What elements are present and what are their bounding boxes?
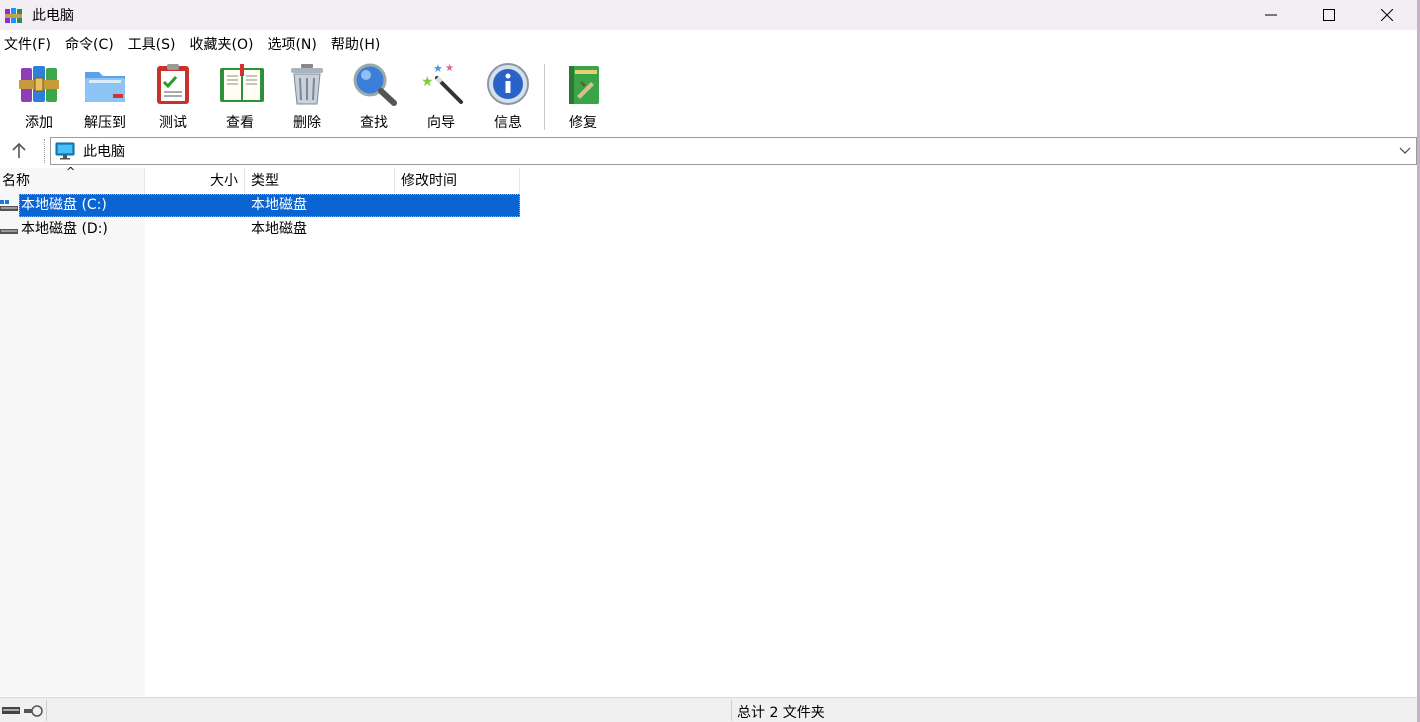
file-list: 名称 ^ 大小 类型 修改时间 本地磁盘 (C:) 本地磁盘 本地磁盘 (D:)… (0, 165, 1420, 696)
up-arrow-icon (12, 143, 26, 158)
status-summary: 总计 2 文件夹 (737, 705, 825, 721)
toolbar: 添加 解压到 测试 查看 删除 查找 ★ ★ ★ 向导 信息 修复 (0, 58, 1420, 134)
extract-folder-icon (83, 62, 127, 106)
repair-button-label: 修复 (569, 115, 597, 131)
close-button[interactable] (1358, 0, 1416, 30)
info-button[interactable]: 信息 (476, 62, 540, 131)
file-type: 本地磁盘 (251, 221, 307, 237)
add-button-label: 添加 (25, 115, 53, 131)
address-bar[interactable]: 此电脑 (50, 137, 1417, 165)
column-header-name-label: 名称 (2, 173, 30, 189)
column-header-size-label: 大小 (210, 173, 238, 189)
maximize-button[interactable] (1300, 0, 1358, 30)
winrar-app-icon (4, 6, 24, 24)
repair-button[interactable]: 修复 (551, 62, 615, 131)
maximize-icon (1323, 9, 1335, 21)
system-drive-icon (0, 199, 18, 213)
address-path: 此电脑 (83, 144, 125, 160)
address-separator (44, 139, 46, 163)
extract-to-button-label: 解压到 (84, 115, 126, 131)
repair-book-icon (561, 62, 605, 106)
svg-text:★: ★ (433, 62, 443, 75)
status-bar: 总计 2 文件夹 (0, 697, 1420, 722)
column-header-size[interactable]: 大小 (145, 168, 245, 194)
table-row[interactable]: 本地磁盘 (C:) 本地磁盘 (0, 194, 520, 217)
menu-tools[interactable]: 工具(S) (123, 32, 185, 58)
status-drive-icons (2, 704, 44, 718)
column-header-modified-label: 修改时间 (401, 173, 457, 189)
test-clipboard-icon (151, 62, 195, 106)
address-row: 此电脑 (0, 136, 1420, 166)
add-button[interactable]: 添加 (7, 62, 71, 131)
up-folder-button[interactable] (6, 140, 32, 162)
wizard-button[interactable]: ★ ★ ★ 向导 (409, 62, 473, 131)
file-name: 本地磁盘 (C:) (21, 197, 107, 213)
menu-help[interactable]: 帮助(H) (326, 32, 389, 58)
this-pc-icon (55, 142, 75, 160)
find-magnifier-icon (352, 62, 397, 106)
close-icon (1381, 9, 1393, 21)
toolbar-separator (544, 64, 545, 130)
menu-commands[interactable]: 命令(C) (60, 32, 123, 58)
menu-bar: 文件(F) 命令(C) 工具(S) 收藏夹(O) 选项(N) 帮助(H) (0, 32, 1420, 58)
column-header-type[interactable]: 类型 (245, 168, 395, 194)
column-header-type-label: 类型 (251, 173, 279, 189)
svg-text:★: ★ (445, 63, 454, 74)
status-separator (731, 700, 732, 721)
title-bar: 此电脑 (0, 0, 1420, 30)
sort-ascending-icon: ^ (66, 165, 76, 178)
column-header-modified[interactable]: 修改时间 (395, 168, 520, 194)
find-button[interactable]: 查找 (342, 62, 406, 131)
name-column-background (0, 168, 145, 696)
test-button[interactable]: 测试 (141, 62, 205, 131)
trash-icon (285, 62, 329, 106)
address-dropdown-button[interactable] (1396, 142, 1414, 160)
minimize-icon (1265, 14, 1277, 16)
table-row[interactable]: 本地磁盘 (D:) 本地磁盘 (0, 218, 520, 241)
info-icon (486, 62, 530, 106)
window-title: 此电脑 (32, 8, 74, 24)
minimize-button[interactable] (1242, 0, 1300, 30)
menu-options[interactable]: 选项(N) (262, 32, 325, 58)
wizard-wand-icon: ★ ★ ★ (419, 62, 463, 106)
chevron-down-icon (1399, 147, 1411, 154)
find-button-label: 查找 (360, 115, 388, 131)
menu-favorites[interactable]: 收藏夹(O) (185, 32, 263, 58)
test-button-label: 测试 (159, 115, 187, 131)
status-separator (46, 700, 47, 721)
column-header-name[interactable]: 名称 ^ (0, 165, 145, 194)
extract-to-button[interactable]: 解压到 (73, 62, 137, 131)
add-archive-icon (17, 62, 61, 106)
svg-text:★: ★ (421, 74, 434, 90)
view-button-label: 查看 (226, 115, 254, 131)
menu-file[interactable]: 文件(F) (0, 32, 60, 58)
file-name: 本地磁盘 (D:) (21, 221, 108, 237)
delete-button-label: 删除 (293, 115, 321, 131)
wizard-button-label: 向导 (427, 115, 455, 131)
delete-button[interactable]: 删除 (275, 62, 339, 131)
view-book-icon (218, 62, 264, 106)
drive-icon (0, 223, 18, 237)
file-type: 本地磁盘 (251, 197, 307, 213)
view-button[interactable]: 查看 (208, 62, 272, 131)
info-button-label: 信息 (494, 115, 522, 131)
